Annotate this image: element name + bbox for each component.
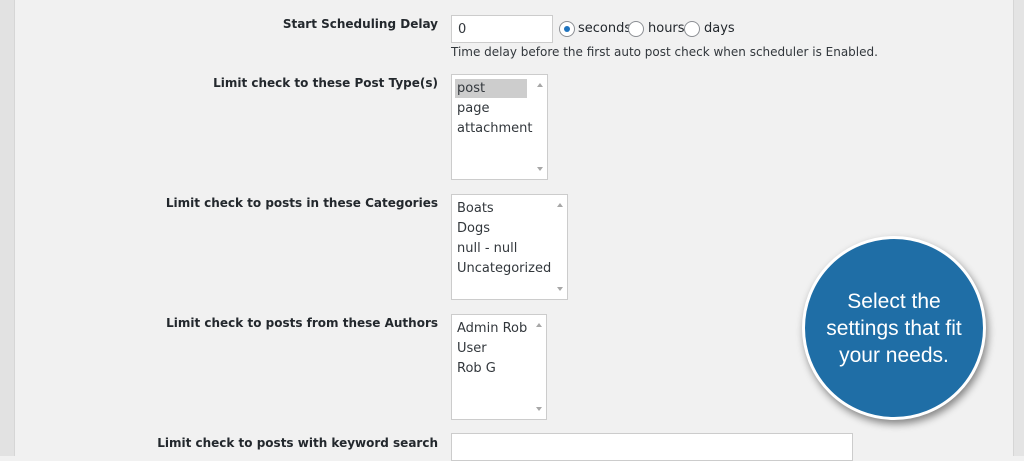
scheduling-delay-label: Start Scheduling Delay xyxy=(282,17,438,31)
post-type-option-page[interactable]: page xyxy=(455,99,489,118)
radio-hours[interactable] xyxy=(628,21,644,37)
authors-label: Limit check to posts from these Authors xyxy=(166,316,438,330)
post-type-option-attachment[interactable]: attachment xyxy=(455,119,533,138)
post-types-listbox[interactable]: post page attachment xyxy=(451,74,548,180)
right-frame xyxy=(1013,0,1024,456)
callout-text: Select the settings that fit your needs. xyxy=(826,289,962,367)
categories-label: Limit check to posts in these Categories xyxy=(165,196,438,210)
post-type-option-post[interactable]: post xyxy=(455,79,527,98)
radio-seconds[interactable] xyxy=(559,21,575,37)
radio-days-label: days xyxy=(704,21,735,36)
radio-days[interactable] xyxy=(684,21,700,37)
category-option-dogs[interactable]: Dogs xyxy=(455,219,490,238)
author-option-rob-g[interactable]: Rob G xyxy=(455,359,496,378)
left-frame xyxy=(0,0,15,456)
category-option-boats[interactable]: Boats xyxy=(455,199,494,218)
keyword-search-input[interactable] xyxy=(451,433,853,461)
scroll-down-arrow-icon[interactable] xyxy=(536,407,542,411)
scroll-up-arrow-icon[interactable] xyxy=(537,83,543,87)
scheduling-delay-input[interactable] xyxy=(451,15,553,43)
categories-listbox[interactable]: Boats Dogs null - null Uncategorized xyxy=(451,194,568,300)
scroll-up-arrow-icon[interactable] xyxy=(557,203,563,207)
scroll-down-arrow-icon[interactable] xyxy=(537,167,543,171)
author-option-admin-rob[interactable]: Admin Rob xyxy=(455,319,527,338)
scheduling-delay-description: Time delay before the first auto post ch… xyxy=(451,45,878,59)
author-option-user[interactable]: User xyxy=(455,339,487,358)
category-option-null[interactable]: null - null xyxy=(455,239,517,258)
callout-bubble: Select the settings that fit your needs. xyxy=(802,236,986,420)
scroll-up-arrow-icon[interactable] xyxy=(536,323,542,327)
authors-listbox[interactable]: Admin Rob User Rob G xyxy=(451,314,547,420)
radio-hours-label: hours xyxy=(648,21,685,36)
post-types-label: Limit check to these Post Type(s) xyxy=(213,76,438,90)
keyword-label: Limit check to posts with keyword search xyxy=(157,436,438,450)
category-option-uncategorized[interactable]: Uncategorized xyxy=(455,259,551,278)
radio-seconds-label: seconds xyxy=(578,21,632,36)
scroll-down-arrow-icon[interactable] xyxy=(557,287,563,291)
